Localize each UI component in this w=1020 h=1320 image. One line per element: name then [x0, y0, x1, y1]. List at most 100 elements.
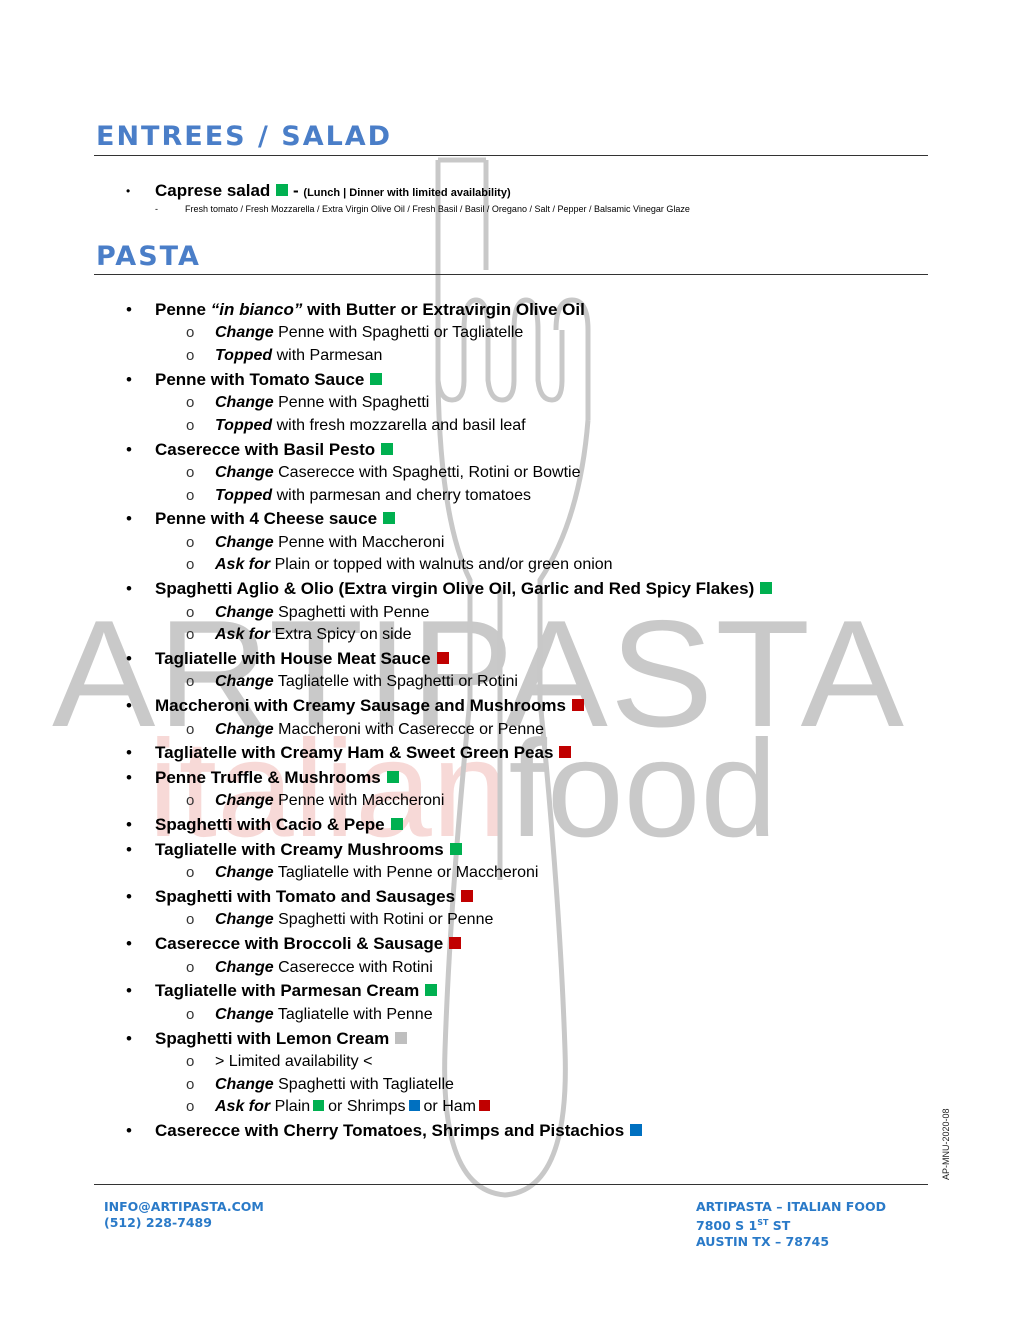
pasta-item-title: Penne with Tomato Sauce	[155, 370, 383, 390]
option-text: > Limited availability <	[215, 1053, 373, 1070]
menu-page: ENTREES / SALAD • Caprese salad - (Lunch…	[94, 121, 951, 1250]
option-text: Ask for Extra Spicy on side	[215, 626, 412, 644]
option-label: Change	[215, 720, 274, 738]
meat-marker-icon	[559, 746, 572, 759]
item-title: Caprese salad - (Lunch | Dinner with lim…	[155, 181, 511, 200]
vegetarian-marker-icon	[276, 184, 289, 196]
option-text: Change Caserecce with Rotini	[215, 958, 433, 976]
pasta-item-title: Tagliatelle with Creamy Mushrooms	[155, 840, 462, 860]
pasta-item-title: Spaghetti with Tomato and Sausages	[155, 887, 474, 907]
option-text: Change Maccheroni with Caserecce or Penn…	[215, 720, 545, 738]
pasta-item-title: Tagliatelle with House Meat Sauce	[155, 649, 449, 669]
option-text: Change Spaghetti with Penne	[215, 603, 430, 621]
option-text: Change Spaghetti with Rotini or Penne	[215, 911, 494, 929]
document-code: AP-MNU-2020-08	[941, 1108, 951, 1180]
sub-bullet: o	[186, 958, 195, 976]
bullet: •	[126, 815, 132, 835]
option-text: Change Penne with Maccheroni	[215, 792, 445, 810]
option-text: Topped with Parmesan	[215, 347, 383, 364]
meat-marker-icon	[478, 1100, 490, 1112]
option-text: Change Tagliatelle with Spaghetti or Rot…	[215, 673, 518, 691]
vegetarian-marker-icon	[313, 1100, 325, 1112]
bullet: •	[126, 184, 131, 198]
option-label: Change	[215, 464, 274, 481]
vegetarian-marker-icon	[425, 984, 438, 997]
sub-bullet: o	[186, 347, 195, 364]
sub-bullet: o	[186, 1053, 195, 1070]
meat-marker-icon	[449, 937, 462, 950]
footer-address-line1: 7800 S 1ST ST	[696, 1218, 791, 1234]
option-label: Change	[215, 864, 274, 882]
footer-address-line2: AUSTIN TX – 78745	[696, 1234, 830, 1250]
meat-marker-icon	[436, 652, 449, 664]
option-label: Change	[215, 792, 274, 810]
footer-email[interactable]: INFO@ARTIPASTA.COM	[104, 1199, 264, 1215]
bullet: •	[126, 839, 132, 859]
option-text: Topped with parmesan and cherry tomatoes	[215, 486, 531, 504]
seafood-marker-icon	[408, 1100, 420, 1112]
vegetarian-marker-icon	[383, 512, 396, 525]
option-text: Topped with fresh mozzarella and basil l…	[215, 416, 526, 434]
pasta-item-title: Tagliatelle with Creamy Ham & Sweet Gree…	[155, 743, 572, 763]
pasta-item-title: Penne with 4 Cheese sauce	[155, 509, 396, 529]
footer-contact: INFO@ARTIPASTA.COM (512) 228-7489	[104, 1199, 264, 1231]
option-label: Ask for	[215, 626, 271, 644]
sub-bullet: o	[186, 324, 195, 342]
section-title-entrees: ENTREES / SALAD	[96, 121, 393, 152]
option-label: Change	[215, 1005, 274, 1023]
footer-phone[interactable]: (512) 228-7489	[104, 1215, 264, 1231]
section-divider	[94, 155, 928, 156]
sub-bullet: o	[186, 556, 195, 574]
ingredients-text: Fresh tomato / Fresh Mozzarella / Extra …	[185, 204, 690, 214]
bullet: •	[126, 369, 132, 389]
option-label: Ask for	[215, 556, 271, 574]
option-text: Ask for Plain or topped with walnuts and…	[215, 556, 613, 574]
meat-marker-icon	[461, 890, 474, 902]
bullet: •	[126, 934, 132, 954]
bullet: •	[126, 768, 132, 787]
sub-bullet: o	[186, 911, 195, 929]
sub-bullet: o	[186, 720, 195, 738]
option-text: Change Caserecce with Spaghetti, Rotini …	[215, 464, 581, 481]
bullet: •	[126, 439, 132, 459]
bullet: •	[126, 1028, 132, 1048]
vegetarian-marker-icon	[370, 372, 383, 385]
sub-bullet: o	[186, 533, 195, 551]
vegetarian-marker-icon	[386, 771, 399, 783]
sub-bullet: o	[186, 673, 195, 691]
pasta-item-title: Penne “in bianco” with Butter or Extravi…	[155, 300, 585, 319]
bullet: •	[126, 509, 132, 529]
footer-address: ARTIPASTA – ITALIAN FOOD 7800 S 1ST ST A…	[696, 1199, 886, 1250]
footer-business-name: ARTIPASTA – ITALIAN FOOD	[696, 1199, 886, 1214]
sub-bullet: o	[186, 1075, 195, 1093]
sub-bullet: o	[186, 792, 195, 810]
bullet: •	[126, 1121, 132, 1140]
pasta-item-title: Penne Truffle & Mushrooms	[155, 768, 399, 788]
sub-bullet: o	[186, 864, 195, 882]
option-text: Ask for Plain or Shrimps or Ham	[215, 1098, 494, 1116]
section-divider	[94, 274, 928, 275]
option-label: Change	[215, 673, 274, 691]
sub-bullet: o	[186, 394, 195, 412]
pasta-item-title: Spaghetti with Lemon Cream	[155, 1029, 408, 1049]
pasta-item-title: Spaghetti with Cacio & Pepe	[155, 815, 403, 835]
option-label: Topped	[215, 416, 273, 434]
option-label: Change	[215, 533, 274, 551]
option-label: Change	[215, 911, 274, 929]
vegetarian-marker-icon	[760, 582, 773, 595]
option-label: Change	[215, 603, 274, 621]
vegetarian-marker-icon	[449, 842, 462, 855]
bullet: •	[126, 981, 132, 1001]
sub-bullet: o	[186, 603, 195, 621]
pasta-item-title: Caserecce with Broccoli & Sausage	[155, 934, 462, 954]
option-text: Change Penne with Maccheroni	[215, 533, 445, 551]
option-label: Change	[215, 394, 274, 412]
sub-bullet: o	[186, 626, 195, 644]
bullet: •	[126, 300, 132, 319]
pasta-item-title: Maccheroni with Creamy Sausage and Mushr…	[155, 696, 584, 716]
sub-bullet: o	[186, 1098, 195, 1116]
option-label: Topped	[215, 486, 273, 504]
bullet: •	[126, 887, 132, 906]
seafood-marker-icon	[630, 1124, 643, 1136]
option-text: Change Tagliatelle with Penne or Maccher…	[215, 864, 539, 882]
